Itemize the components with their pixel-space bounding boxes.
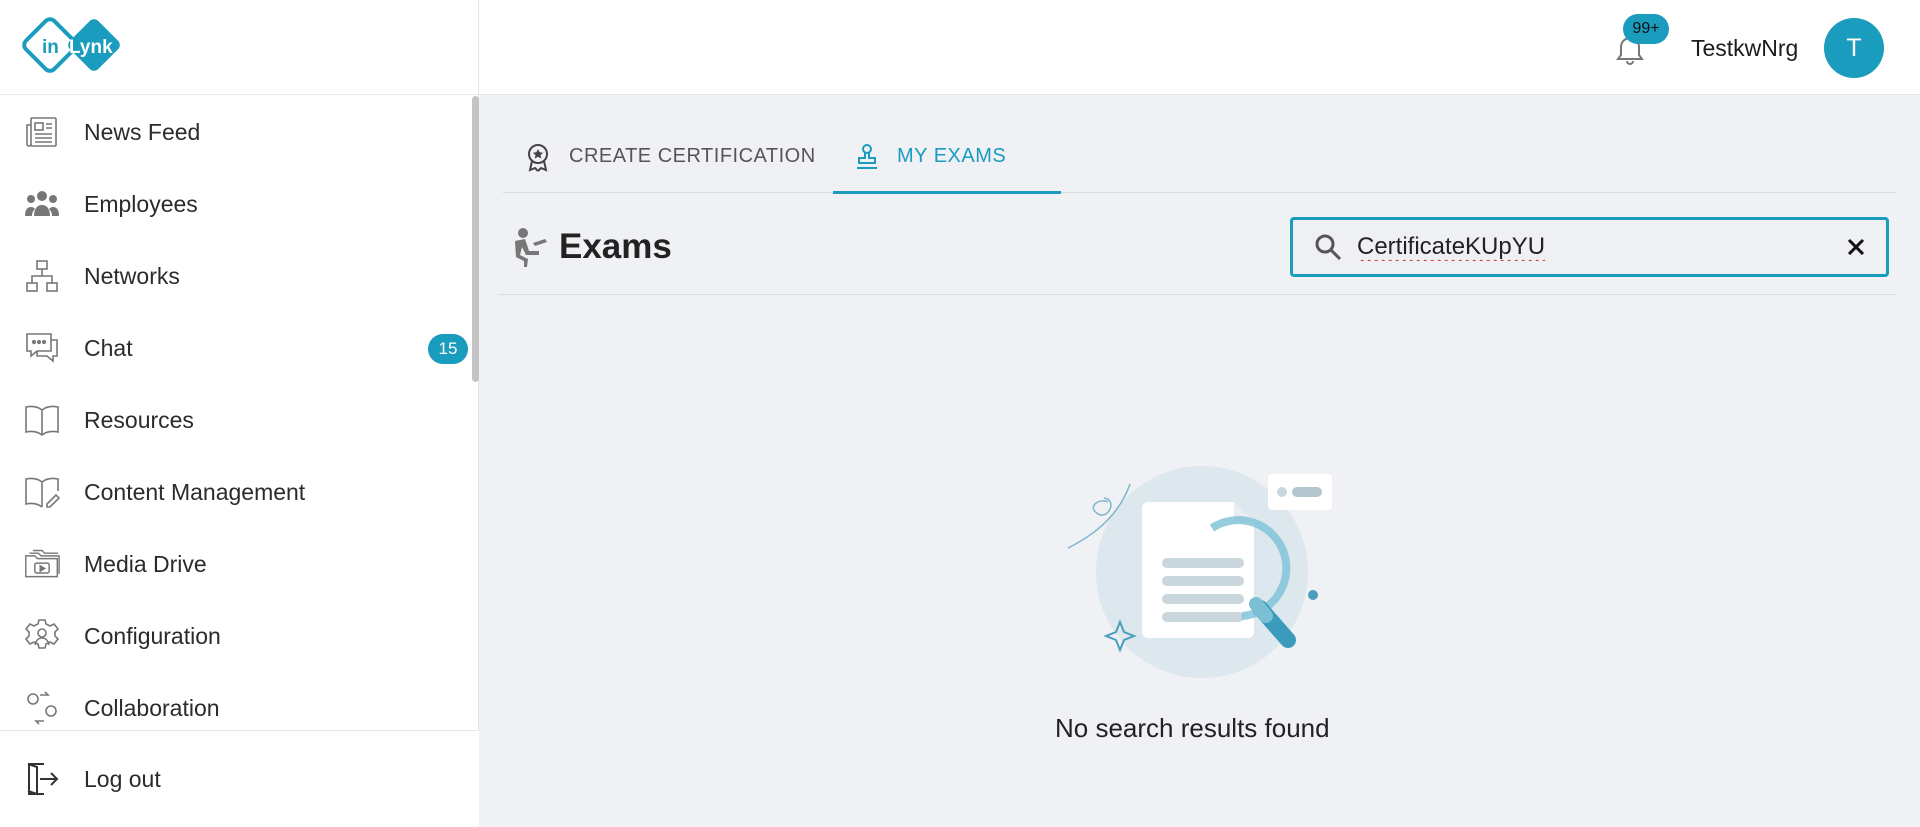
newspaper-icon (24, 114, 60, 150)
logo-area: in Lynk (0, 0, 478, 95)
sidebar-item-label: Content Management (84, 478, 306, 505)
tab-label: MY EXAMS (897, 145, 1007, 167)
logo-text-right: Lynk (69, 37, 113, 58)
sidebar-item-label: Configuration (84, 622, 221, 649)
logout-label: Log out (84, 765, 161, 792)
username[interactable]: TestkwNrg (1691, 35, 1798, 62)
close-icon[interactable] (1844, 235, 1868, 259)
sidebar-item-label: News Feed (84, 118, 201, 145)
sidebar-item-networks[interactable]: Networks (0, 240, 479, 312)
sidebar-item-label: Media Drive (84, 550, 207, 577)
tab-my-exams[interactable]: MY EXAMS (833, 120, 1061, 194)
sidebar-item-label: Resources (84, 406, 194, 433)
avatar[interactable]: T (1824, 18, 1884, 78)
people-icon (24, 186, 60, 222)
folder-media-icon (24, 546, 60, 582)
sidebar-scrollbar[interactable] (472, 96, 479, 382)
network-icon (24, 258, 60, 294)
collaboration-icon (24, 690, 60, 726)
edit-book-icon (24, 474, 60, 510)
sidebar-item-media-drive[interactable]: Media Drive (0, 528, 479, 600)
chat-icon (24, 330, 60, 366)
search-box (1290, 217, 1889, 277)
search-input[interactable] (1357, 233, 1817, 261)
page-title: Exams (559, 227, 672, 266)
sidebar-item-label: Collaboration (84, 694, 220, 721)
logout-icon (24, 761, 60, 797)
sidebar-item-label: Networks (84, 262, 180, 289)
award-icon (525, 142, 551, 172)
sidebar-item-content-management[interactable]: Content Management (0, 456, 479, 528)
exam-person-icon (509, 227, 549, 276)
sidebar-item-resources[interactable]: Resources (0, 384, 479, 456)
sidebar-nav: News Feed Employees Networks Chat 15 Res… (0, 96, 479, 730)
sidebar-item-collaboration[interactable]: Collaboration (0, 672, 479, 730)
sidebar-item-label: Chat (84, 334, 133, 361)
gear-user-icon (24, 618, 60, 654)
empty-results-illustration (1067, 466, 1332, 678)
tab-label: CREATE CERTIFICATION (569, 145, 816, 167)
sidebar-item-configuration[interactable]: Configuration (0, 600, 479, 672)
tab-create-certification[interactable]: CREATE CERTIFICATION (525, 120, 816, 193)
sidebar-item-news-feed[interactable]: News Feed (0, 96, 479, 168)
sidebar-item-chat[interactable]: Chat 15 (0, 312, 479, 384)
notification-badge: 99+ (1623, 14, 1669, 44)
search-icon (1313, 232, 1343, 262)
book-icon (24, 402, 60, 438)
tab-bar: CREATE CERTIFICATION MY EXAMS (503, 120, 1896, 194)
empty-state-message: No search results found (1055, 713, 1330, 743)
logout-button[interactable]: Log out (0, 730, 479, 827)
sidebar-item-label: Employees (84, 190, 198, 217)
inlynk-logo[interactable]: in Lynk (22, 16, 126, 78)
sidebar: in Lynk News Feed Employees Networks Cha… (0, 0, 479, 827)
chat-unread-badge: 15 (428, 334, 468, 364)
sidebar-item-employees[interactable]: Employees (0, 168, 479, 240)
stamp-icon (855, 143, 879, 171)
exams-header: Exams (499, 215, 1896, 295)
logo-text-left: in (42, 37, 59, 58)
